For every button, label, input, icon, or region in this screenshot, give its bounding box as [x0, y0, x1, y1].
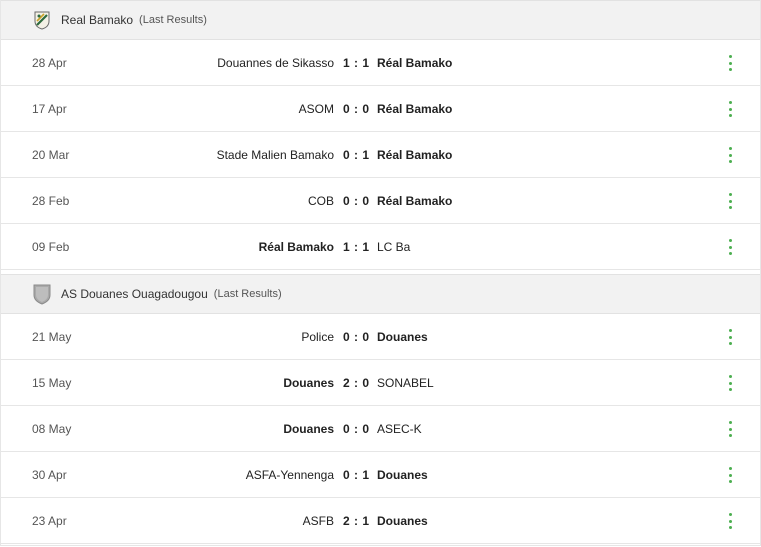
match-score: 0 : 0	[343, 194, 370, 208]
match-row[interactable]: 23 Apr ASFB 2 : 1 Douanes	[1, 498, 760, 544]
more-options-icon[interactable]	[726, 513, 734, 529]
match-row[interactable]: 20 Mar Stade Malien Bamako 0 : 1 Réal Ba…	[1, 132, 760, 178]
section-team-name: Real Bamako	[61, 13, 134, 27]
home-team: ASFA-Yennenga	[245, 468, 334, 482]
home-team: ASOM	[298, 102, 334, 116]
last-results-panel: Real Bamako (Last Results) 28 Apr Douann…	[0, 0, 761, 546]
section-subtitle: (Last Results)	[139, 14, 207, 26]
match-row[interactable]: 17 Apr ASOM 0 : 0 Réal Bamako	[1, 86, 760, 132]
more-options-icon[interactable]	[726, 467, 734, 483]
match-row[interactable]: 30 Apr ASFA-Yennenga 0 : 1 Douanes	[1, 452, 760, 498]
match-score: 0 : 1	[343, 468, 370, 482]
section-team-name: AS Douanes Ouagadougou	[61, 287, 208, 301]
match-score: 1 : 1	[343, 56, 370, 70]
match-date: 20 Mar	[32, 148, 70, 162]
home-team: Stade Malien Bamako	[216, 148, 334, 162]
match-row[interactable]: 21 May Police 0 : 0 Douanes	[1, 314, 760, 360]
match-row[interactable]: 28 Apr Douannes de Sikasso 1 : 1 Réal Ba…	[1, 40, 760, 86]
match-date: 09 Feb	[32, 240, 70, 254]
away-team: ASEC-K	[377, 422, 422, 436]
team-crest-icon	[31, 9, 53, 31]
more-options-icon[interactable]	[726, 147, 734, 163]
match-score: 1 : 1	[343, 240, 370, 254]
away-team: LC Ba	[377, 240, 411, 254]
section-header-as-douanes: AS Douanes Ouagadougou (Last Results)	[1, 274, 760, 314]
more-options-icon[interactable]	[726, 193, 734, 209]
home-team: Police	[301, 330, 334, 344]
match-score: 2 : 1	[343, 514, 370, 528]
away-team: Réal Bamako	[377, 102, 453, 116]
home-team: ASFB	[302, 514, 334, 528]
home-team: Douannes de Sikasso	[217, 56, 334, 70]
match-row[interactable]: 28 Feb COB 0 : 0 Réal Bamako	[1, 178, 760, 224]
away-team: Réal Bamako	[377, 194, 453, 208]
away-team: Douanes	[377, 330, 428, 344]
match-row[interactable]: 08 May Douanes 0 : 0 ASEC-K	[1, 406, 760, 452]
away-team: SONABEL	[377, 376, 434, 390]
away-team: Réal Bamako	[377, 148, 453, 162]
match-row[interactable]: 09 Feb Réal Bamako 1 : 1 LC Ba	[1, 224, 760, 270]
match-date: 17 Apr	[32, 102, 67, 116]
match-score: 0 : 1	[343, 148, 370, 162]
match-date: 08 May	[32, 422, 72, 436]
match-date: 30 Apr	[32, 468, 67, 482]
more-options-icon[interactable]	[726, 329, 734, 345]
more-options-icon[interactable]	[726, 101, 734, 117]
match-date: 21 May	[32, 330, 72, 344]
more-options-icon[interactable]	[726, 55, 734, 71]
home-team: Douanes	[283, 376, 334, 390]
match-date: 28 Feb	[32, 194, 70, 208]
section-subtitle: (Last Results)	[213, 288, 282, 300]
match-date: 28 Apr	[32, 56, 67, 70]
away-team: Douanes	[377, 514, 428, 528]
more-options-icon[interactable]	[726, 375, 734, 391]
more-options-icon[interactable]	[726, 421, 734, 437]
match-score: 0 : 0	[343, 330, 370, 344]
section-header-real-bamako: Real Bamako (Last Results)	[1, 0, 760, 40]
home-team: Douanes	[283, 422, 334, 436]
match-row[interactable]: 15 May Douanes 2 : 0 SONABEL	[1, 360, 760, 406]
match-score: 2 : 0	[343, 376, 370, 390]
match-date: 23 Apr	[32, 514, 67, 528]
match-score: 0 : 0	[343, 102, 370, 116]
away-team: Douanes	[377, 468, 428, 482]
away-team: Réal Bamako	[377, 56, 453, 70]
home-team: Réal Bamako	[258, 240, 334, 254]
match-date: 15 May	[32, 376, 72, 390]
more-options-icon[interactable]	[726, 239, 734, 255]
home-team: COB	[307, 194, 334, 208]
shield-icon	[31, 283, 53, 305]
match-score: 0 : 0	[343, 422, 370, 436]
